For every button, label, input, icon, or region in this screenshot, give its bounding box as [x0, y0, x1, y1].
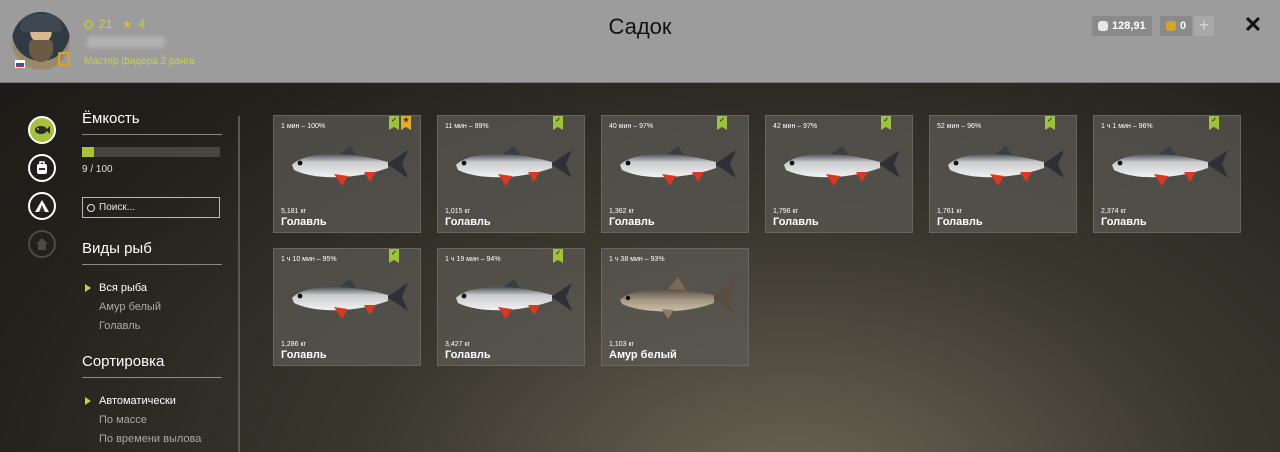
- camp-icon[interactable]: [28, 192, 56, 220]
- silver-coin-icon: [1098, 21, 1108, 31]
- fish-name: Голавль: [937, 216, 983, 228]
- fish-name: Голавль: [445, 349, 491, 361]
- gold-amount: 0: [1180, 20, 1187, 32]
- chub-image: [776, 140, 904, 201]
- species-list: Вся рыба Амур белый Голавль: [82, 279, 222, 336]
- fish-weight: 1,362 кг: [609, 208, 635, 215]
- capacity-text: 9 / 100: [82, 164, 113, 175]
- search-input[interactable]: Поиск...: [82, 197, 220, 218]
- check-badge-icon: ✓: [881, 116, 891, 130]
- chub-image: [284, 140, 412, 201]
- capacity-bar-fill: [82, 147, 95, 157]
- page-title: Садок: [608, 14, 672, 39]
- check-badge-icon: ✓: [553, 249, 563, 263]
- fish-catch-time: 11 мин – 99%: [445, 123, 489, 130]
- silver-balance: 128,91: [1092, 16, 1152, 36]
- chub-image: [940, 140, 1068, 201]
- species-title: Виды рыб: [82, 240, 222, 265]
- chub-image: [448, 273, 576, 334]
- fish-card[interactable]: 1 ч 10 мин – 95% ✓ 1,286 кг Голавль: [273, 248, 421, 366]
- close-icon[interactable]: ✕: [1242, 14, 1264, 36]
- fish-catch-time: 1 ч 1 мин – 96%: [1101, 123, 1153, 130]
- fish-card[interactable]: 1 ч 19 мин – 94% ✓ 3,427 кг Голавль: [437, 248, 585, 366]
- gold-balance: 0: [1160, 16, 1193, 36]
- fish-weight: 3,427 кг: [445, 341, 471, 348]
- check-badge-icon: ✓: [389, 249, 399, 263]
- species-item[interactable]: Вся рыба: [82, 279, 222, 298]
- chub-image: [612, 140, 740, 201]
- home-icon: [28, 230, 56, 258]
- check-badge-icon: ✓: [717, 116, 727, 130]
- fish-weight: 1,761 кг: [937, 208, 963, 215]
- fish-catch-time: 1 мин – 100%: [281, 123, 326, 130]
- check-badge-icon: ✓: [389, 116, 399, 130]
- fish-catch-time: 42 мин – 97%: [773, 123, 818, 130]
- sorting-item[interactable]: Автоматически: [82, 392, 222, 411]
- fish-name: Голавль: [1101, 216, 1147, 228]
- fish-card[interactable]: 40 мин – 97% ✓ 1,362 кг Голавль: [601, 115, 749, 233]
- fish-weight: 1,103 кг: [609, 341, 635, 348]
- fish-catch-time: 1 ч 10 мин – 95%: [281, 256, 337, 263]
- fish-catch-time: 40 мин – 97%: [609, 123, 654, 130]
- gold-coin-icon: [1166, 21, 1176, 31]
- search-icon: [87, 203, 95, 212]
- fish-catch-time: 52 мин – 96%: [937, 123, 982, 130]
- species-item[interactable]: Голавль: [82, 317, 222, 336]
- top-bar: 21 ★ 4 Мастер фидера 2 ранга Садок 128,9…: [0, 0, 1280, 83]
- check-badge-icon: ✓: [553, 116, 563, 130]
- check-badge-icon: ✓: [1209, 116, 1219, 130]
- fish-name: Амур белый: [609, 349, 677, 361]
- fish-card[interactable]: 42 мин – 97% ✓ 1,796 кг Голавль: [765, 115, 913, 233]
- fish-card[interactable]: 1 ч 38 мин – 93% 1,103 кг Амур белый: [601, 248, 749, 366]
- silver-amount: 128,91: [1112, 20, 1146, 32]
- fish-name: Голавль: [773, 216, 819, 228]
- search-placeholder: Поиск...: [99, 202, 136, 213]
- fish-keepnet-icon[interactable]: [28, 116, 56, 144]
- fish-weight: 2,374 кг: [1101, 208, 1127, 215]
- fish-catch-time: 1 ч 38 мин – 93%: [609, 256, 665, 263]
- fish-name: Голавль: [281, 216, 327, 228]
- trophy-badge-icon: ★: [401, 116, 411, 130]
- fish-weight: 1,015 кг: [445, 208, 471, 215]
- fish-card[interactable]: 1 ч 1 мин – 96% ✓ 2,374 кг Голавль: [1093, 115, 1241, 233]
- species-item[interactable]: Амур белый: [82, 298, 222, 317]
- add-currency-button[interactable]: +: [1194, 16, 1214, 36]
- fish-weight: 1,286 кг: [281, 341, 307, 348]
- russia-flag-icon: [15, 60, 25, 68]
- fish-name: Голавль: [609, 216, 655, 228]
- chub-image: [448, 140, 576, 201]
- check-badge-icon: ✓: [1045, 116, 1055, 130]
- grass-carp-image: [612, 273, 740, 334]
- panel-divider: [238, 116, 240, 452]
- chub-image: [284, 273, 412, 334]
- fish-card[interactable]: 1 мин – 100% ✓ ★ 5,181 кг Голавль: [273, 115, 421, 233]
- fish-name: Голавль: [445, 216, 491, 228]
- fish-card[interactable]: 11 мин – 99% ✓ 1,015 кг Голавль: [437, 115, 585, 233]
- sorting-item[interactable]: По массе: [82, 411, 222, 430]
- rank-badge-icon: [58, 52, 70, 66]
- fish-weight: 1,796 кг: [773, 208, 799, 215]
- fish-weight: 5,181 кг: [281, 208, 307, 215]
- rank-title: Мастер фидера 2 ранга: [84, 56, 195, 67]
- sorting-title: Сортировка: [82, 353, 222, 378]
- fish-catch-time: 1 ч 19 мин – 94%: [445, 256, 501, 263]
- chub-image: [1104, 140, 1232, 201]
- fish-card[interactable]: 52 мин – 96% ✓ 1,761 кг Голавль: [929, 115, 1077, 233]
- capacity-title: Ёмкость: [82, 110, 222, 135]
- backpack-icon[interactable]: [28, 154, 56, 182]
- filter-panel: Ёмкость 9 / 100 Поиск... Виды рыб Вся ры…: [82, 110, 222, 449]
- fish-name: Голавль: [281, 349, 327, 361]
- avatar-beard: [29, 40, 53, 62]
- sorting-item[interactable]: По времени вылова: [82, 430, 222, 449]
- capacity-bar: [82, 147, 220, 157]
- sorting-list: Автоматически По массе По времени вылова: [82, 392, 222, 449]
